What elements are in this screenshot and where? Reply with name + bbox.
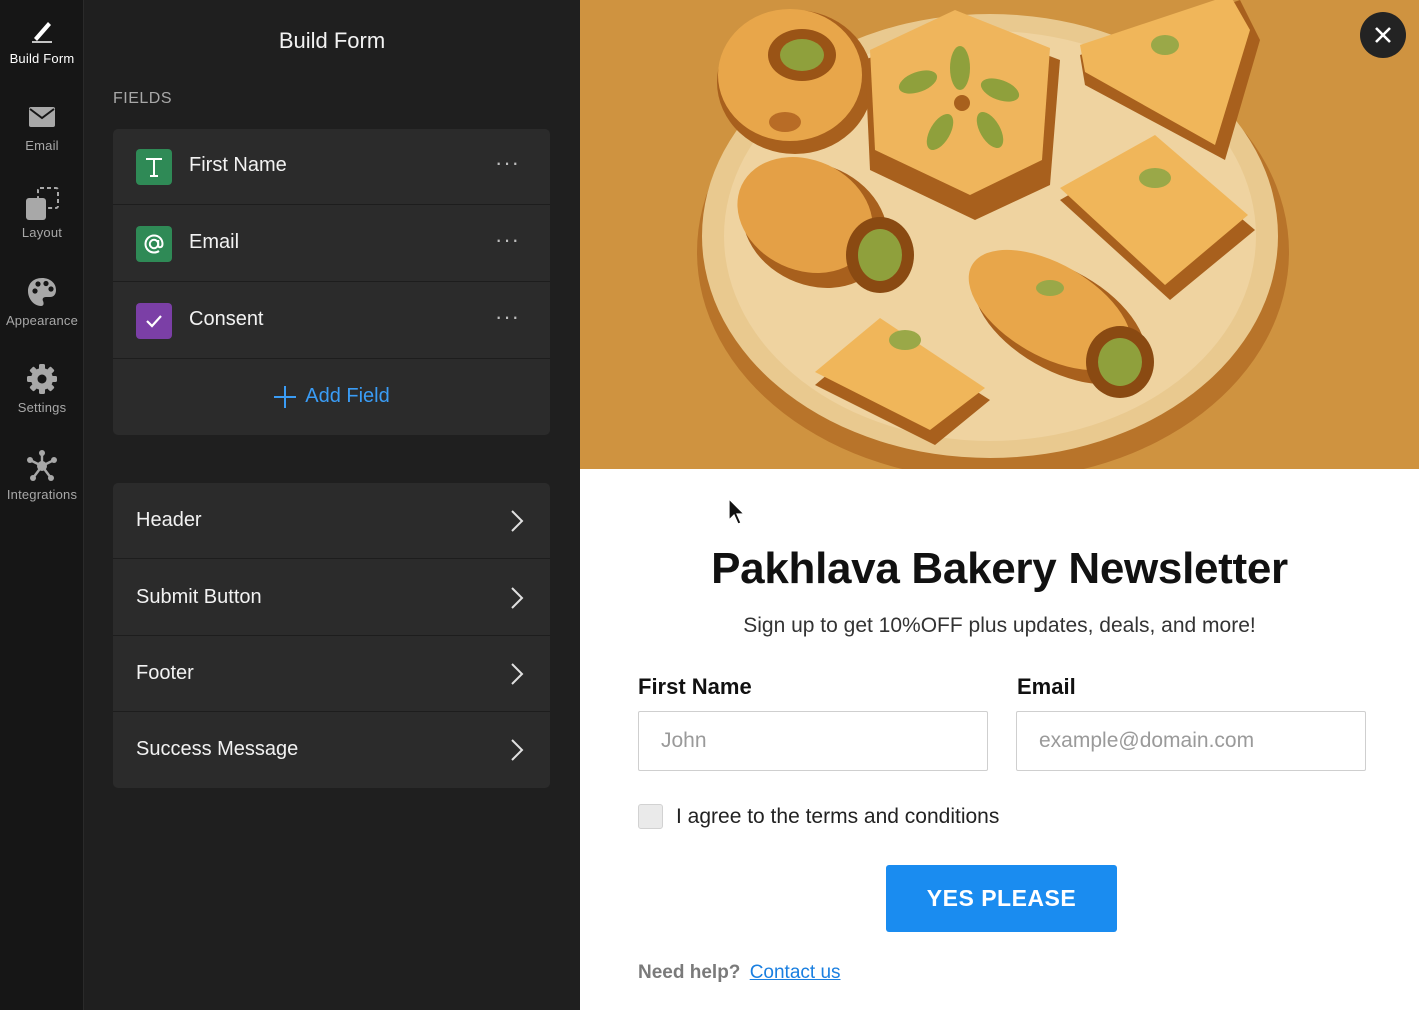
more-options-icon[interactable]: ··· xyxy=(495,152,520,174)
field-row-email[interactable]: Email ··· xyxy=(113,206,550,282)
app-window: Build Form Email Layout Appearance Setti… xyxy=(0,0,1419,1010)
plus-icon xyxy=(273,385,297,409)
envelope-icon xyxy=(24,99,60,135)
close-icon xyxy=(1373,25,1393,45)
mouse-cursor-icon xyxy=(728,497,746,531)
integrations-icon xyxy=(24,448,60,484)
fields-list: First Name ··· Email ··· Consent ··· Add… xyxy=(113,129,550,435)
palette-icon xyxy=(24,274,60,310)
section-label: Header xyxy=(136,509,202,531)
checkbox-icon xyxy=(136,303,172,339)
section-row-success-message[interactable]: Success Message xyxy=(113,712,550,788)
add-field-label: Add Field xyxy=(305,385,390,407)
first-name-input[interactable] xyxy=(638,711,988,771)
gear-icon xyxy=(24,361,60,397)
newsletter-subtitle: Sign up to get 10%OFF plus updates, deal… xyxy=(743,614,1256,637)
sidebar-item-build-form[interactable]: Build Form xyxy=(0,12,84,92)
chevron-right-icon xyxy=(510,509,524,538)
icon-sidebar: Build Form Email Layout Appearance Setti… xyxy=(0,0,84,1010)
pencil-icon xyxy=(24,12,60,48)
sidebar-item-label: Email xyxy=(25,138,59,153)
help-text: Need help? xyxy=(638,962,741,983)
submit-button[interactable]: YES PLEASE xyxy=(886,865,1117,932)
sidebar-item-settings[interactable]: Settings xyxy=(0,361,84,441)
sidebar-item-appearance[interactable]: Appearance xyxy=(0,274,84,354)
email-label: Email xyxy=(1017,674,1076,699)
hero-image xyxy=(580,0,1419,469)
email-input[interactable] xyxy=(1016,711,1366,771)
help-footer: Need help? Contact us xyxy=(638,962,841,984)
sidebar-item-layout[interactable]: Layout xyxy=(0,186,84,266)
chevron-right-icon xyxy=(510,662,524,691)
sidebar-item-label: Integrations xyxy=(6,487,78,502)
newsletter-title: Pakhlava Bakery Newsletter xyxy=(711,544,1288,593)
fields-section-label: FIELDS xyxy=(113,90,173,107)
field-label: Consent xyxy=(189,308,264,330)
field-row-consent[interactable]: Consent ··· xyxy=(113,283,550,359)
contact-us-link[interactable]: Contact us xyxy=(750,962,841,983)
sidebar-item-label: Build Form xyxy=(9,51,75,66)
consent-label: I agree to the terms and conditions xyxy=(676,805,1000,828)
close-button[interactable] xyxy=(1360,12,1406,58)
section-row-footer[interactable]: Footer xyxy=(113,636,550,712)
section-row-submit-button[interactable]: Submit Button xyxy=(113,560,550,636)
more-options-icon[interactable]: ··· xyxy=(495,306,520,328)
section-label: Success Message xyxy=(136,738,299,760)
build-form-panel: Build Form FIELDS First Name ··· Email ·… xyxy=(85,0,579,1010)
more-options-icon[interactable]: ··· xyxy=(495,229,520,251)
field-label: Email xyxy=(189,231,240,253)
panel-title: Build Form xyxy=(278,28,386,53)
add-field-button[interactable]: Add Field xyxy=(113,358,550,435)
chevron-right-icon xyxy=(510,738,524,767)
section-row-header[interactable]: Header xyxy=(113,483,550,559)
sections-list: Header Submit Button Footer Success Mess… xyxy=(113,483,550,788)
sidebar-item-email[interactable]: Email xyxy=(0,99,84,179)
section-label: Footer xyxy=(136,662,194,684)
text-field-icon xyxy=(136,149,172,185)
section-label: Submit Button xyxy=(136,586,262,608)
field-label: First Name xyxy=(189,154,287,176)
chevron-right-icon xyxy=(510,586,524,615)
layout-icon xyxy=(24,186,60,222)
baklava-illustration xyxy=(697,0,1289,469)
first-name-label: First Name xyxy=(638,674,752,699)
sidebar-item-integrations[interactable]: Integrations xyxy=(0,448,84,528)
field-row-first-name[interactable]: First Name ··· xyxy=(113,129,550,205)
sidebar-item-label: Layout xyxy=(21,225,63,240)
form-preview: Pakhlava Bakery Newsletter Sign up to ge… xyxy=(580,0,1419,1010)
at-sign-icon xyxy=(136,226,172,262)
sidebar-item-label: Settings xyxy=(17,400,67,415)
consent-checkbox[interactable] xyxy=(638,804,663,829)
sidebar-item-label: Appearance xyxy=(5,313,79,328)
